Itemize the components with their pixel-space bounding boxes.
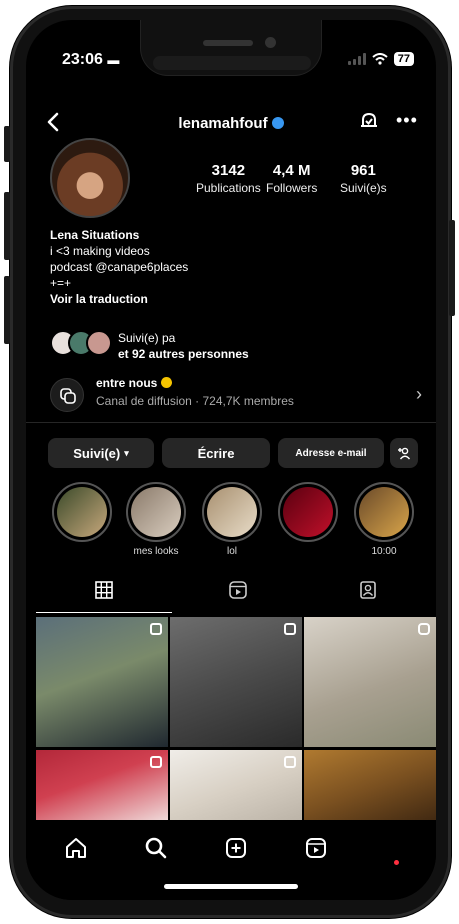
status-time: 23:06 ▬ [62,51,120,68]
active-tab-indicator [36,612,172,613]
post-thumbnail[interactable] [304,617,436,747]
power-button [449,220,455,316]
highlight-cover [57,487,107,537]
reel-icon [418,623,430,635]
highlight-cover [131,487,181,537]
create-post-icon[interactable] [224,836,248,860]
see-translation-link[interactable]: Voir la traduction [50,291,188,307]
followers-label: Followers [266,181,318,195]
wifi-icon [372,53,388,65]
reels-icon [229,581,247,599]
dynamic-island [153,56,311,70]
multiple-posts-icon [150,623,162,635]
reels-nav-icon[interactable] [304,836,328,860]
followed-by-text: Suivi(e) pa et 92 autres personnes [118,330,249,362]
post-thumbnail[interactable] [36,750,168,827]
home-icon[interactable] [64,836,88,860]
posts-label: Publications [196,181,261,195]
post-thumbnail[interactable] [304,750,436,827]
notification-bell-icon[interactable] [358,110,380,132]
stat-followers[interactable]: 4,4 M Followers [266,162,317,195]
notification-dot [394,860,399,865]
multiple-posts-icon [284,756,296,768]
followed-by[interactable]: Suivi(e) pa et 92 autres personnes [50,330,410,362]
channel-icon [50,378,84,412]
profile-bio: Lena Situations i <3 making videos podca… [50,227,188,307]
tab-reels[interactable] [170,580,306,614]
verified-badge-icon [271,117,284,129]
profile-tabs [26,580,436,614]
follower-avatar [86,330,112,356]
following-count: 961 [350,162,376,179]
camera [265,37,276,48]
bio-line: podcast @canape6places [50,260,189,274]
sunflower-icon [161,377,173,388]
top-bar: lenamahfouf ••• [26,108,436,138]
posts-grid [36,617,436,827]
status-icons: 77 [347,52,414,66]
highlight-cover [359,487,409,537]
suggest-people-button[interactable] [390,438,418,468]
highlight-label: 10:00 [371,546,397,557]
post-thumbnail[interactable] [170,617,302,747]
highlight-cover [207,487,257,537]
posts-count: 3142 [211,162,246,179]
highlight-item[interactable]: lol [202,482,262,557]
story-highlights: mes looks lol 10:00 [26,482,436,562]
multiple-posts-icon [284,623,296,635]
message-button[interactable]: Écrire [162,438,270,468]
email-button[interactable]: Adresse e-mail [278,438,384,468]
broadcast-channel[interactable]: entre nous Canal de diffusion · 724,7K m… [50,374,422,416]
add-person-icon [398,447,411,460]
volume-down-button [4,276,10,344]
phone-screen: 23:06 ▬ 77 lenamahfouf ••• 3142 Publicat… [26,20,436,900]
display-name: Lena Situations [50,228,140,242]
home-indicator [164,884,298,889]
highlight-label: lol [226,546,237,557]
stat-following[interactable]: 961 Suivi(e)s [340,162,387,195]
speaker [203,40,253,46]
battery-indicator: 77 [393,52,414,66]
highlight-label: mes looks [133,546,179,557]
post-thumbnail[interactable] [170,750,302,827]
highlight-item[interactable]: mes looks [126,482,186,557]
tagged-icon [360,581,376,599]
post-thumbnail[interactable] [36,617,168,747]
car-icon: ▬ [107,53,120,67]
profile-avatar[interactable] [50,138,130,218]
following-button[interactable]: Suivi(e) ▾ [48,438,154,468]
multiple-posts-icon [150,756,162,768]
tab-posts-grid[interactable] [36,580,172,614]
chevron-right-icon: › [416,384,422,404]
channel-subtitle: Canal de diffusion · 724,7K membres [96,394,294,408]
volume-up-button [4,192,10,260]
signal-icon [347,53,366,65]
more-options-icon[interactable]: ••• [396,110,418,131]
mute-switch [4,126,10,162]
followed-by-line: Suivi(e) pa [118,331,176,345]
followers-count: 4,4 M [272,162,311,179]
grid-icon [95,581,113,599]
bio-line: i <3 making videos [50,244,150,258]
followed-by-others: et 92 autres personnes [118,347,249,361]
following-label: Suivi(e)s [340,181,387,195]
divider [26,422,436,423]
highlight-item[interactable] [278,482,338,546]
notch [140,20,322,76]
highlight-item[interactable]: 10:00 [354,482,414,557]
tab-tagged[interactable] [300,580,436,614]
bottom-nav [26,820,436,900]
search-icon[interactable] [144,836,168,860]
stat-posts[interactable]: 3142 Publications [196,162,261,195]
highlight-item[interactable] [52,482,112,546]
chevron-down-icon: ▾ [124,447,129,458]
bio-line: +=+ [50,276,72,290]
highlight-cover [283,487,333,537]
channel-title: entre nous [96,376,173,390]
